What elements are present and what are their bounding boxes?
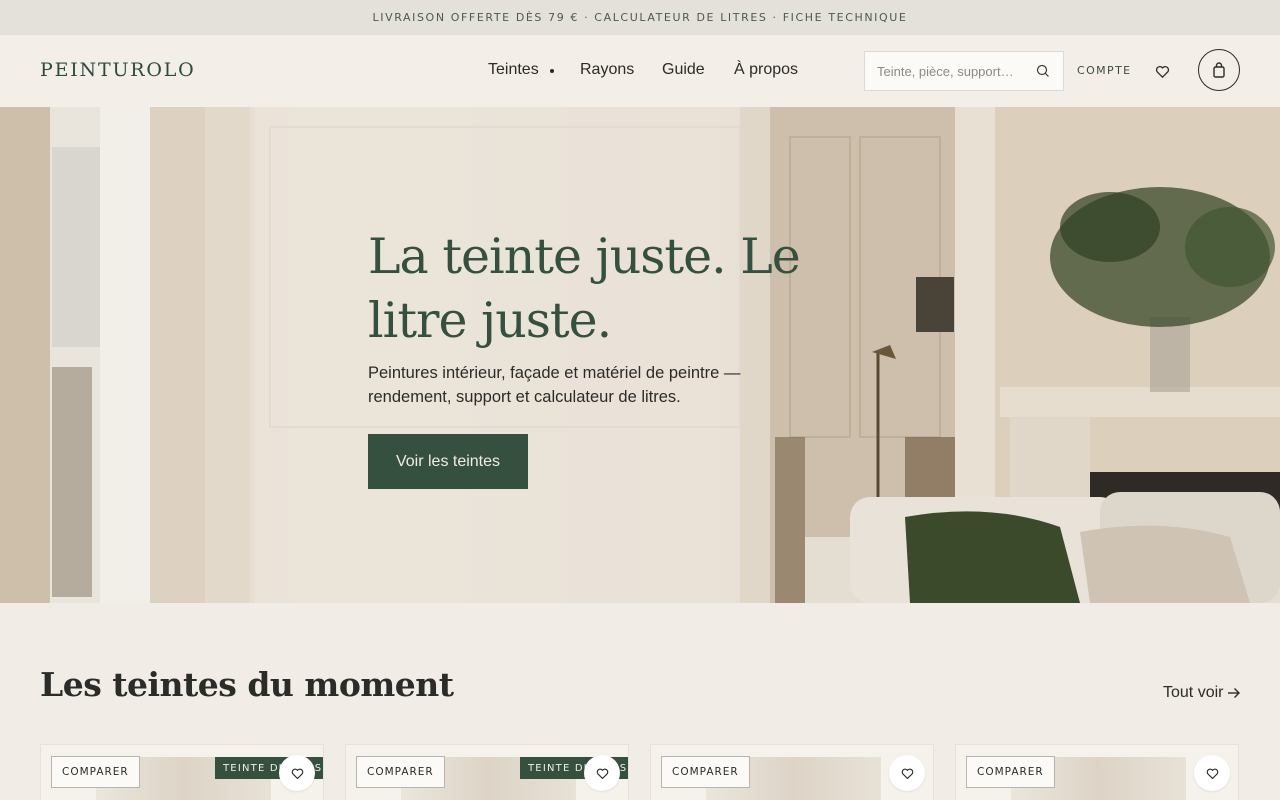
wishlist-button[interactable] — [889, 755, 925, 791]
compare-button[interactable]: COMPARER — [356, 756, 445, 788]
nav-item-rayons[interactable]: Rayons — [580, 61, 634, 79]
hero-banner: La teinte juste. Le litre juste. Peintur… — [0, 107, 1280, 603]
announcement-text: LIVRAISON OFFERTE DÈS 79 € · CALCULATEUR… — [372, 11, 908, 24]
see-all-link[interactable]: Tout voir — [1163, 684, 1241, 702]
hero-image — [0, 107, 1280, 603]
see-shades-button[interactable]: Voir les teintes — [368, 434, 528, 489]
nav-item-guide[interactable]: Guide — [662, 61, 705, 79]
product-card[interactable]: COMPARER TEINTE DU MOIS — [345, 744, 629, 800]
wishlist-button[interactable] — [279, 755, 315, 791]
nav-item-teintes[interactable]: Teintes — [488, 61, 539, 79]
site-header: PEINTUROLO Teintes Rayons Guide À propos… — [0, 35, 1280, 107]
hero-subtitle: Peintures intérieur, façade et matériel … — [368, 364, 741, 406]
announcement-bar: LIVRAISON OFFERTE DÈS 79 € · CALCULATEUR… — [0, 0, 1280, 35]
arrow-right-icon — [1228, 688, 1241, 698]
bag-icon — [1213, 62, 1225, 78]
compare-button[interactable]: COMPARER — [661, 756, 750, 788]
wishlist-button[interactable] — [1194, 755, 1230, 791]
search-box — [864, 51, 1064, 91]
hero-title: La teinte juste. Le litre juste. — [368, 228, 801, 349]
heart-icon — [291, 768, 303, 779]
heart-icon — [901, 768, 913, 779]
heart-icon — [1206, 768, 1218, 779]
search-input[interactable] — [877, 61, 1027, 81]
product-card[interactable]: COMPARER TEINTE DU MOIS — [40, 744, 324, 800]
account-link[interactable]: COMPTE — [1077, 64, 1132, 77]
heart-icon[interactable] — [1154, 63, 1171, 80]
wishlist-button[interactable] — [584, 755, 620, 791]
product-card[interactable]: COMPARER — [650, 744, 934, 800]
see-all-label: Tout voir — [1163, 684, 1224, 701]
compare-button[interactable]: COMPARER — [966, 756, 1055, 788]
section-title: Les teintes du moment — [40, 665, 454, 704]
nav-item-a-propos[interactable]: À propos — [734, 61, 798, 79]
cart-button[interactable] — [1198, 49, 1240, 91]
product-card[interactable]: COMPARER — [955, 744, 1239, 800]
compare-button[interactable]: COMPARER — [51, 756, 140, 788]
search-icon[interactable] — [1035, 63, 1051, 79]
logo[interactable]: PEINTUROLO — [40, 59, 196, 81]
chevron-down-icon[interactable] — [550, 69, 554, 73]
heart-icon — [596, 768, 608, 779]
